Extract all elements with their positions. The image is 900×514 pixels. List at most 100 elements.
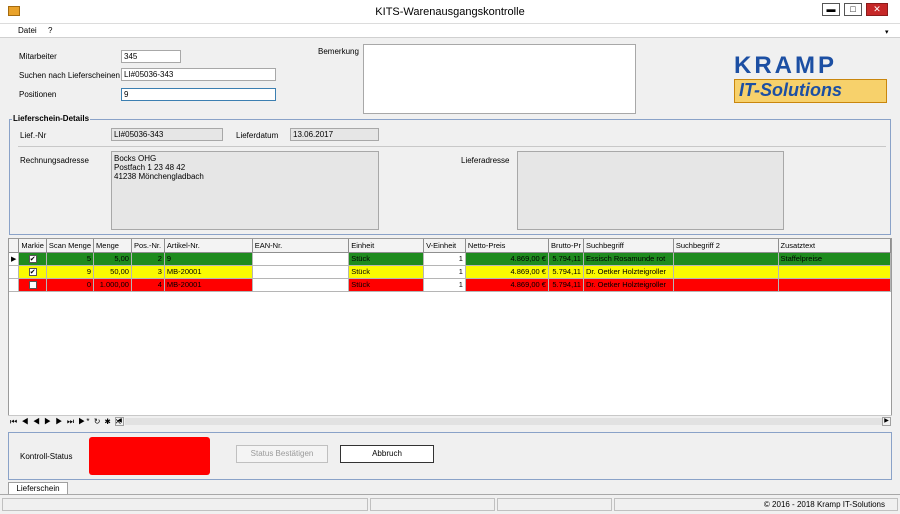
cell-netto[interactable]: 4.869,00 € bbox=[465, 252, 549, 266]
cell-suchbegriff-2[interactable] bbox=[673, 265, 779, 279]
mark-checkbox-cell[interactable] bbox=[18, 278, 47, 292]
col-artikel-nr[interactable]: Artikel-Nr. bbox=[164, 239, 253, 253]
cell-ean[interactable] bbox=[252, 252, 350, 266]
suchen-label: Suchen nach Lieferscheinen bbox=[19, 71, 120, 80]
col-zusatztext[interactable]: Zusatztext bbox=[778, 239, 892, 253]
details-divider bbox=[18, 146, 886, 147]
minimize-button[interactable]: ▬ bbox=[822, 3, 840, 16]
cell-artikel[interactable]: MB-20001 bbox=[164, 265, 253, 279]
cell-menge[interactable]: 1.000,00 bbox=[93, 278, 132, 292]
table-row[interactable]: 0 1.000,00 4 MB-20001 Stück 1 4.869,00 €… bbox=[9, 278, 892, 292]
mark-checkbox[interactable] bbox=[28, 281, 37, 289]
menu-bar: Datei ? ▾ bbox=[0, 24, 900, 38]
cell-ean[interactable] bbox=[252, 278, 350, 292]
table-row[interactable]: ▶ ✔ 5 5,00 2 9 Stück 1 4.869,00 € 5.794,… bbox=[9, 252, 892, 266]
menu-datei[interactable]: Datei bbox=[18, 26, 37, 35]
cell-pos[interactable]: 2 bbox=[131, 252, 165, 266]
record-navigation-buttons[interactable]: ⏮ ◀ ◀ ▶ ▶ ⏭ ▶* ↻ ✱ ✕ ⊽ bbox=[10, 416, 131, 427]
cell-brutto[interactable]: 5.794,11 bbox=[548, 278, 584, 292]
cell-pos[interactable]: 4 bbox=[131, 278, 165, 292]
cell-veinheit[interactable]: 1 bbox=[423, 265, 466, 279]
cell-brutto[interactable]: 5.794,11 bbox=[548, 252, 584, 266]
cell-zusatztext[interactable] bbox=[778, 265, 892, 279]
col-netto-preis[interactable]: Netto-Preis bbox=[465, 239, 549, 253]
cell-scan[interactable]: 9 bbox=[46, 265, 95, 279]
cell-suchbegriff[interactable]: Dr. Oetker Holzteigroller bbox=[583, 278, 674, 292]
positionen-input[interactable]: 9 bbox=[121, 88, 276, 101]
cell-ean[interactable] bbox=[252, 265, 350, 279]
cell-suchbegriff-2[interactable] bbox=[673, 252, 779, 266]
abbruch-button[interactable]: Abbruch bbox=[340, 445, 434, 463]
cell-scan[interactable]: 5 bbox=[46, 252, 95, 266]
grid-navigator: ⏮ ◀ ◀ ▶ ▶ ⏭ ▶* ↻ ✱ ✕ ⊽ ◀ ▶ bbox=[8, 415, 892, 426]
title-bar: KITS-Warenausgangskontrolle ▬ □ ✕ bbox=[0, 0, 900, 24]
lieferschein-details-title: Lieferschein-Details bbox=[12, 114, 91, 123]
cell-suchbegriff[interactable]: Essisch Rosamunde rot bbox=[583, 252, 674, 266]
col-pos-nr[interactable]: Pos.-Nr. bbox=[131, 239, 165, 253]
mark-checkbox[interactable]: ✔ bbox=[28, 255, 37, 263]
status-bestaetigen-button[interactable]: Status Bestätigen bbox=[236, 445, 328, 463]
cell-brutto[interactable]: 5.794,11 bbox=[548, 265, 584, 279]
bemerkung-textarea[interactable] bbox=[363, 44, 636, 114]
cell-artikel[interactable]: 9 bbox=[164, 252, 253, 266]
col-ean-nr[interactable]: EAN-Nr. bbox=[252, 239, 350, 253]
row-indicator-header bbox=[9, 239, 20, 253]
cell-veinheit[interactable]: 1 bbox=[423, 252, 466, 266]
rechnungsadresse-field: Bocks OHG Postfach 1 23 48 42 41238 Mönc… bbox=[111, 151, 379, 230]
kramp-logo: KRAMP IT-Solutions bbox=[734, 52, 887, 104]
close-button[interactable]: ✕ bbox=[866, 3, 888, 16]
mark-checkbox-cell[interactable]: ✔ bbox=[18, 265, 47, 279]
cell-einheit[interactable]: Stück bbox=[348, 278, 425, 292]
col-brutto-preis[interactable]: Brutto-Pr bbox=[548, 239, 584, 253]
cell-einheit[interactable]: Stück bbox=[348, 252, 425, 266]
lief-nr-label: Lief.-Nr bbox=[20, 131, 47, 140]
cell-veinheit[interactable]: 1 bbox=[423, 278, 466, 292]
mark-checkbox[interactable]: ✔ bbox=[28, 268, 37, 276]
cell-zusatztext[interactable]: Staffelpreise bbox=[778, 252, 892, 266]
mark-checkbox-cell[interactable]: ✔ bbox=[18, 252, 47, 266]
cell-netto[interactable]: 4.869,00 € bbox=[465, 278, 549, 292]
lieferdatum-field: 13.06.2017 bbox=[290, 128, 379, 141]
col-suchbegriff[interactable]: Suchbegriff bbox=[583, 239, 674, 253]
tab-lieferschein[interactable]: Lieferschein bbox=[8, 482, 68, 494]
scroll-left-icon[interactable]: ◀ bbox=[115, 417, 124, 426]
status-cell-2 bbox=[370, 498, 495, 511]
scroll-right-icon[interactable]: ▶ bbox=[882, 417, 891, 426]
positionen-label: Positionen bbox=[19, 90, 57, 99]
lieferadresse-field bbox=[517, 151, 784, 230]
cell-menge[interactable]: 50,00 bbox=[93, 265, 132, 279]
cell-artikel[interactable]: MB-20001 bbox=[164, 278, 253, 292]
cell-einheit[interactable]: Stück bbox=[348, 265, 425, 279]
rechnungsadresse-label: Rechnungsadresse bbox=[20, 156, 89, 165]
cell-zusatztext[interactable] bbox=[778, 278, 892, 292]
copyright-text: © 2016 - 2018 Kramp IT-Solutions bbox=[614, 498, 898, 511]
positions-grid[interactable]: Markie Scan Menge Menge Pos.-Nr. Artikel… bbox=[8, 238, 892, 426]
cell-scan[interactable]: 0 bbox=[46, 278, 95, 292]
lieferschein-search-input[interactable]: LI#05036-343 bbox=[121, 68, 276, 81]
horizontal-scrollbar[interactable] bbox=[125, 418, 882, 425]
col-scan-menge[interactable]: Scan Menge bbox=[46, 239, 95, 253]
menu-overflow-icon[interactable]: ▾ bbox=[885, 28, 889, 36]
col-v-einheit[interactable]: V-Einheit bbox=[423, 239, 466, 253]
col-markie[interactable]: Markie bbox=[18, 239, 47, 253]
col-suchbegriff-2[interactable]: Suchbegriff 2 bbox=[673, 239, 779, 253]
col-einheit[interactable]: Einheit bbox=[348, 239, 425, 253]
table-row[interactable]: ✔ 9 50,00 3 MB-20001 Stück 1 4.869,00 € … bbox=[9, 265, 892, 279]
row-indicator bbox=[9, 278, 20, 292]
logo-text-it-solutions: IT-Solutions bbox=[739, 80, 842, 100]
cell-netto[interactable]: 4.869,00 € bbox=[465, 265, 549, 279]
maximize-button[interactable]: □ bbox=[844, 3, 862, 16]
status-group: Kontroll-Status Status Bestätigen Abbruc… bbox=[8, 432, 892, 480]
cell-suchbegriff-2[interactable] bbox=[673, 278, 779, 292]
logo-banner: IT-Solutions bbox=[734, 79, 887, 103]
bemerkung-label: Bemerkung bbox=[318, 47, 359, 56]
mitarbeiter-input[interactable]: 345 bbox=[121, 50, 181, 63]
menu-help[interactable]: ? bbox=[48, 26, 52, 35]
cell-pos[interactable]: 3 bbox=[131, 265, 165, 279]
cell-suchbegriff[interactable]: Dr. Oetker Holzteigroller bbox=[583, 265, 674, 279]
logo-text-kramp: KRAMP bbox=[734, 52, 837, 79]
col-menge[interactable]: Menge bbox=[93, 239, 132, 253]
lief-nr-field: LI#05036-343 bbox=[111, 128, 223, 141]
cell-menge[interactable]: 5,00 bbox=[93, 252, 132, 266]
status-cell-3 bbox=[497, 498, 612, 511]
